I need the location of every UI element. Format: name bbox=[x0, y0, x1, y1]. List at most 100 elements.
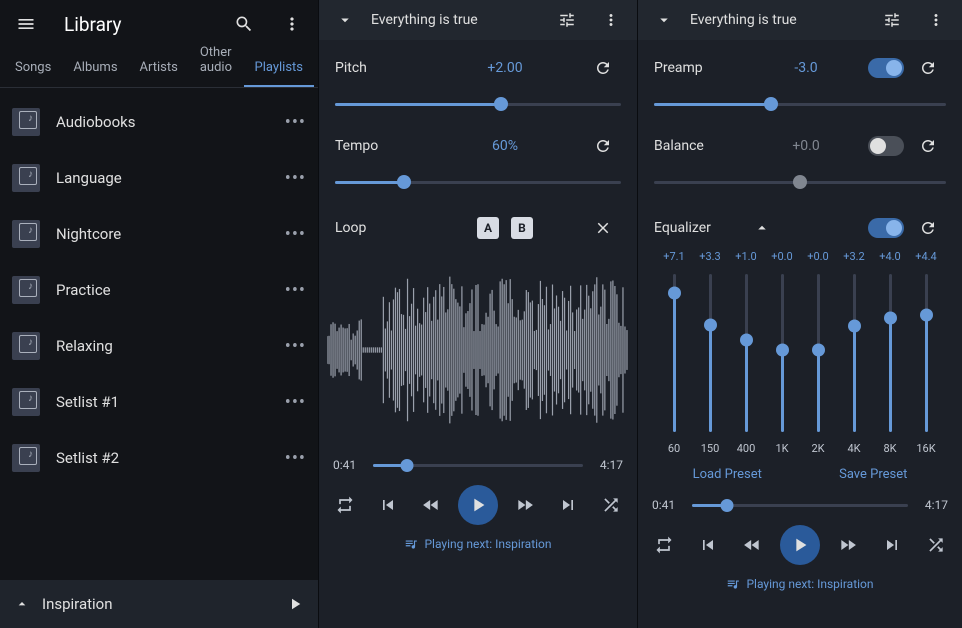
preamp-value[interactable]: -3.0 bbox=[744, 60, 868, 76]
more-icon[interactable]: ••• bbox=[285, 336, 306, 357]
chevron-down-icon[interactable] bbox=[327, 2, 363, 38]
save-preset-button[interactable]: Save Preset bbox=[839, 467, 907, 482]
reset-icon[interactable] bbox=[910, 128, 946, 164]
eq-band[interactable]: +0.02K bbox=[800, 250, 836, 455]
eq-band[interactable]: +0.01K bbox=[764, 250, 800, 455]
balance-row: Balance +0.0 bbox=[654, 128, 946, 164]
loop-b-button[interactable]: B bbox=[511, 217, 533, 239]
balance-slider[interactable] bbox=[654, 164, 946, 200]
balance-label: Balance bbox=[654, 138, 744, 154]
repeat-icon[interactable] bbox=[648, 529, 680, 561]
eq-slider[interactable] bbox=[709, 274, 712, 432]
eq-gain: +1.0 bbox=[735, 250, 757, 268]
tempo-slider[interactable] bbox=[335, 164, 621, 200]
preamp-slider[interactable] bbox=[654, 86, 946, 122]
playlist-item[interactable]: Practice••• bbox=[0, 262, 318, 318]
next-track-icon[interactable] bbox=[552, 489, 584, 521]
repeat-icon[interactable] bbox=[329, 489, 361, 521]
loop-row: Loop A B bbox=[335, 206, 621, 250]
pitch-slider[interactable] bbox=[335, 86, 621, 122]
close-icon[interactable] bbox=[585, 210, 621, 246]
chevron-down-icon[interactable] bbox=[646, 2, 682, 38]
pitch-value[interactable]: +2.00 bbox=[425, 60, 585, 76]
eq-band[interactable]: +3.3150 bbox=[692, 250, 728, 455]
shuffle-icon[interactable] bbox=[595, 489, 627, 521]
eq-band[interactable]: +4.416K bbox=[908, 250, 944, 455]
shuffle-icon[interactable] bbox=[920, 529, 952, 561]
balance-toggle[interactable] bbox=[868, 136, 904, 156]
prev-track-icon[interactable] bbox=[692, 529, 724, 561]
preamp-label: Preamp bbox=[654, 60, 744, 76]
balance-value[interactable]: +0.0 bbox=[744, 138, 868, 154]
equalizer-label: Equalizer bbox=[654, 220, 744, 236]
reset-icon[interactable] bbox=[910, 210, 946, 246]
more-icon[interactable]: ••• bbox=[285, 112, 306, 133]
playing-next[interactable]: Playing next: Inspiration bbox=[638, 570, 962, 598]
playlist-item[interactable]: Setlist #1••• bbox=[0, 374, 318, 430]
more-icon[interactable]: ••• bbox=[285, 448, 306, 469]
playlist-item[interactable]: Language••• bbox=[0, 150, 318, 206]
next-track-icon[interactable] bbox=[876, 529, 908, 561]
rewind-icon[interactable] bbox=[415, 489, 447, 521]
eq-freq: 150 bbox=[701, 442, 720, 455]
eq-gain: +3.2 bbox=[843, 250, 865, 268]
eq-band[interactable]: +4.08K bbox=[872, 250, 908, 455]
eq-slider[interactable] bbox=[925, 274, 928, 432]
playlist-icon bbox=[12, 108, 40, 136]
reset-icon[interactable] bbox=[910, 50, 946, 86]
load-preset-button[interactable]: Load Preset bbox=[693, 467, 762, 482]
play-button[interactable] bbox=[780, 525, 820, 565]
more-icon[interactable]: ••• bbox=[285, 224, 306, 245]
playlist-item[interactable]: Audiobooks••• bbox=[0, 94, 318, 150]
playlist-item[interactable]: Nightcore ••• bbox=[0, 206, 318, 262]
tab-artists[interactable]: Artists bbox=[129, 50, 189, 87]
tab-albums[interactable]: Albums bbox=[62, 50, 128, 87]
eq-slider[interactable] bbox=[889, 274, 892, 432]
eq-band[interactable]: +3.2 4K bbox=[836, 250, 872, 455]
now-playing-bar[interactable]: Inspiration bbox=[0, 580, 318, 628]
eq-freq: 4K bbox=[847, 442, 860, 455]
forward-icon[interactable] bbox=[832, 529, 864, 561]
more-icon[interactable] bbox=[274, 6, 310, 42]
tune-icon[interactable] bbox=[549, 2, 585, 38]
playlist-name: Nightcore bbox=[56, 225, 269, 243]
preamp-row: Preamp -3.0 bbox=[654, 50, 946, 86]
playlist-item[interactable]: Relaxing••• bbox=[0, 318, 318, 374]
tempo-value[interactable]: 60% bbox=[425, 138, 585, 154]
equalizer-row: Equalizer bbox=[654, 206, 946, 250]
forward-icon[interactable] bbox=[509, 489, 541, 521]
equalizer-toggle[interactable] bbox=[868, 218, 904, 238]
playing-next[interactable]: Playing next: Inspiration bbox=[319, 530, 637, 558]
more-icon[interactable] bbox=[918, 2, 954, 38]
eq-slider[interactable] bbox=[673, 274, 676, 432]
loop-a-button[interactable]: A bbox=[477, 217, 499, 239]
tab-playlists[interactable]: Playlists bbox=[244, 50, 314, 87]
eq-band[interactable]: +7.160 bbox=[656, 250, 692, 455]
rewind-icon[interactable] bbox=[736, 529, 768, 561]
seek-slider[interactable] bbox=[373, 464, 583, 467]
more-icon[interactable]: ••• bbox=[285, 392, 306, 413]
play-button[interactable] bbox=[458, 485, 498, 525]
tab-other-audio[interactable]: Other audio bbox=[189, 35, 244, 87]
reset-icon[interactable] bbox=[585, 50, 621, 86]
more-icon[interactable]: ••• bbox=[285, 280, 306, 301]
eq-slider[interactable] bbox=[817, 274, 820, 432]
tune-icon[interactable] bbox=[874, 2, 910, 38]
waveform[interactable] bbox=[319, 250, 637, 450]
more-icon[interactable] bbox=[593, 2, 629, 38]
tab-songs[interactable]: Songs bbox=[4, 50, 62, 87]
eq-slider[interactable] bbox=[745, 274, 748, 432]
menu-icon[interactable] bbox=[8, 6, 44, 42]
chevron-up-icon[interactable] bbox=[744, 210, 780, 246]
eq-slider[interactable] bbox=[781, 274, 784, 432]
prev-track-icon[interactable] bbox=[372, 489, 404, 521]
play-icon[interactable] bbox=[286, 595, 304, 613]
more-icon[interactable]: ••• bbox=[285, 168, 306, 189]
eq-slider[interactable] bbox=[853, 274, 856, 432]
eq-freq: 16K bbox=[916, 442, 935, 455]
playlist-item[interactable]: Setlist #2••• bbox=[0, 430, 318, 486]
preamp-toggle[interactable] bbox=[868, 58, 904, 78]
seek-slider[interactable] bbox=[692, 504, 908, 507]
reset-icon[interactable] bbox=[585, 128, 621, 164]
eq-band[interactable]: +1.0400 bbox=[728, 250, 764, 455]
